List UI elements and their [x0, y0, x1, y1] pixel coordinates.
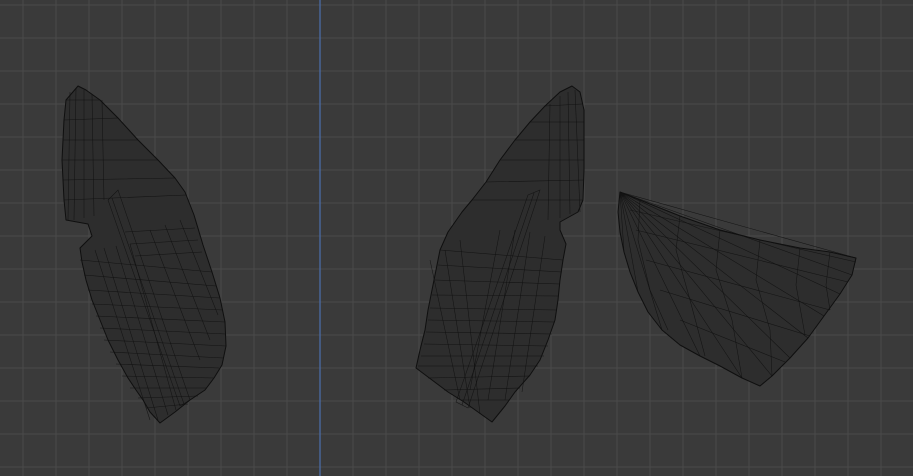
3d-viewport[interactable]: [0, 0, 913, 476]
